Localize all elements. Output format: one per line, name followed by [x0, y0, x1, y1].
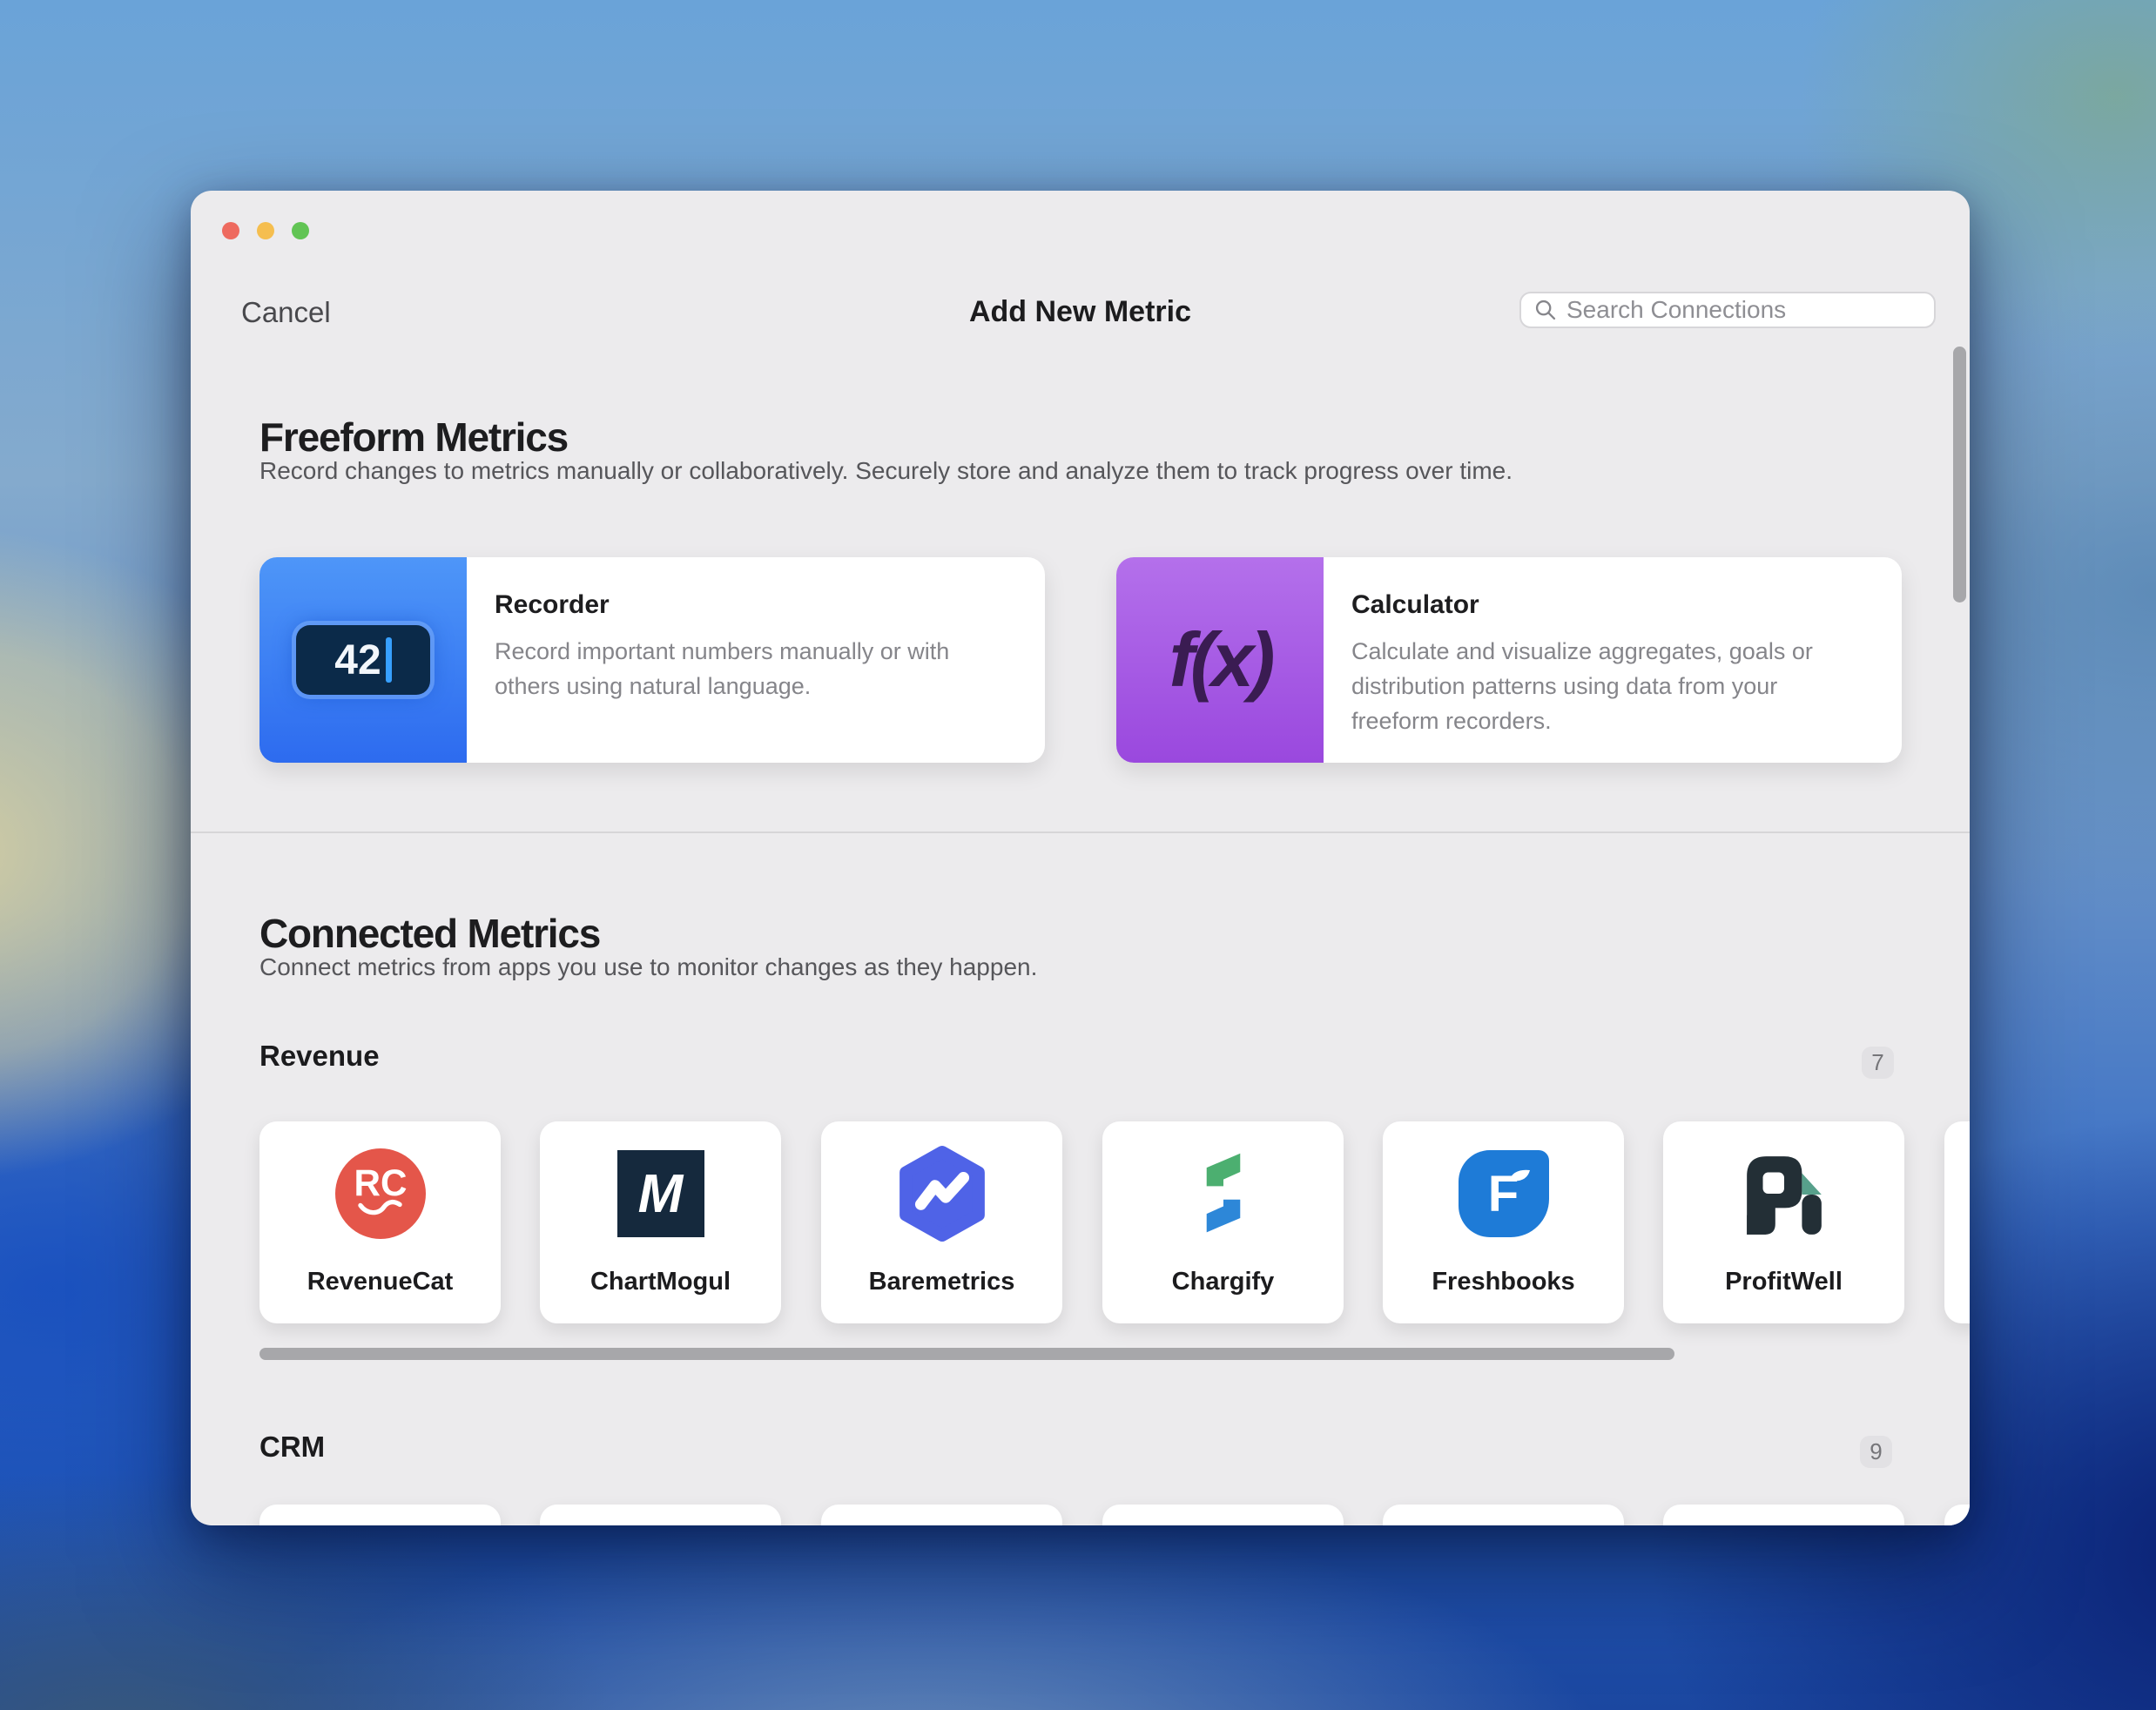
connected-metrics-subheading: Connect metrics from apps you use to mon…	[259, 953, 1038, 980]
calculator-accent-panel: f(x)	[1116, 557, 1324, 763]
app-card-profitwell[interactable]: ProfitWell	[1663, 1121, 1904, 1323]
app-card-partial[interactable]	[1944, 1505, 1970, 1525]
freeform-metrics-subheading: Record changes to metrics manually or co…	[259, 457, 1513, 484]
close-window-button[interactable]	[222, 222, 239, 239]
app-card-partial[interactable]	[1944, 1121, 1970, 1323]
app-card-baremetrics[interactable]: Baremetrics	[821, 1121, 1062, 1323]
app-label: Baremetrics	[868, 1268, 1015, 1296]
recorder-title: Recorder	[495, 590, 610, 619]
app-card-freshbooks[interactable]: F Freshbooks	[1383, 1121, 1624, 1323]
profitwell-icon	[1746, 1156, 1822, 1235]
recorder-card[interactable]: 42 Recorder Record important numbers man…	[259, 557, 1045, 763]
section-divider	[191, 831, 1970, 833]
calculator-description: Calculate and visualize aggregates, goal…	[1351, 638, 1813, 734]
search-input[interactable]	[1566, 296, 1922, 324]
revenue-count-badge: 7	[1862, 1047, 1894, 1079]
app-card-partial[interactable]	[1383, 1505, 1624, 1525]
app-card-partial[interactable]	[540, 1505, 781, 1525]
horizontal-scrollbar[interactable]	[259, 1348, 1674, 1360]
recorder-42-icon: 42	[296, 625, 430, 695]
category-label-revenue: Revenue	[259, 1040, 380, 1072]
minimize-window-button[interactable]	[257, 222, 274, 239]
recorder-description: Record important numbers manually or wit…	[495, 638, 950, 699]
function-fx-icon: f(x)	[1169, 616, 1276, 703]
chartmogul-icon: M	[616, 1150, 704, 1237]
app-label: ChartMogul	[590, 1268, 731, 1296]
connected-metrics-heading: Connected Metrics	[259, 911, 601, 956]
baremetrics-icon	[899, 1146, 985, 1242]
svg-text:RC: RC	[354, 1162, 407, 1203]
app-label: Chargify	[1171, 1268, 1275, 1296]
text-cursor-icon	[385, 637, 392, 683]
freshbooks-icon: F	[1458, 1150, 1549, 1237]
app-card-partial[interactable]	[1663, 1505, 1904, 1525]
calculator-card[interactable]: f(x) Calculator Calculate and visualize …	[1116, 557, 1902, 763]
calculator-title: Calculator	[1351, 590, 1479, 619]
crm-count-badge: 9	[1860, 1436, 1892, 1468]
app-card-partial[interactable]	[259, 1505, 501, 1525]
revenuecat-icon: RC	[334, 1148, 426, 1239]
category-label-crm: CRM	[259, 1431, 326, 1463]
app-card-chargify[interactable]: Chargify	[1102, 1121, 1344, 1323]
app-label: Freshbooks	[1432, 1268, 1575, 1296]
add-new-metric-window: Cancel Add New Metric Freeform Metrics R…	[191, 191, 1970, 1525]
recorder-accent-panel: 42	[259, 557, 467, 763]
freeform-metrics-heading: Freeform Metrics	[259, 414, 569, 460]
app-label: ProfitWell	[1725, 1268, 1843, 1296]
chargify-icon	[1206, 1153, 1240, 1233]
app-card-partial[interactable]	[821, 1505, 1062, 1525]
app-card-revenuecat[interactable]: RC RevenueCat	[259, 1121, 501, 1323]
search-field[interactable]	[1519, 292, 1936, 328]
vertical-scrollbar[interactable]	[1953, 347, 1966, 603]
recorder-icon-value: 42	[334, 636, 381, 683]
app-label: RevenueCat	[307, 1268, 454, 1296]
zoom-window-button[interactable]	[292, 222, 309, 239]
app-card-partial[interactable]	[1102, 1505, 1344, 1525]
search-icon	[1535, 300, 1556, 320]
app-card-chartmogul[interactable]: M ChartMogul	[540, 1121, 781, 1323]
